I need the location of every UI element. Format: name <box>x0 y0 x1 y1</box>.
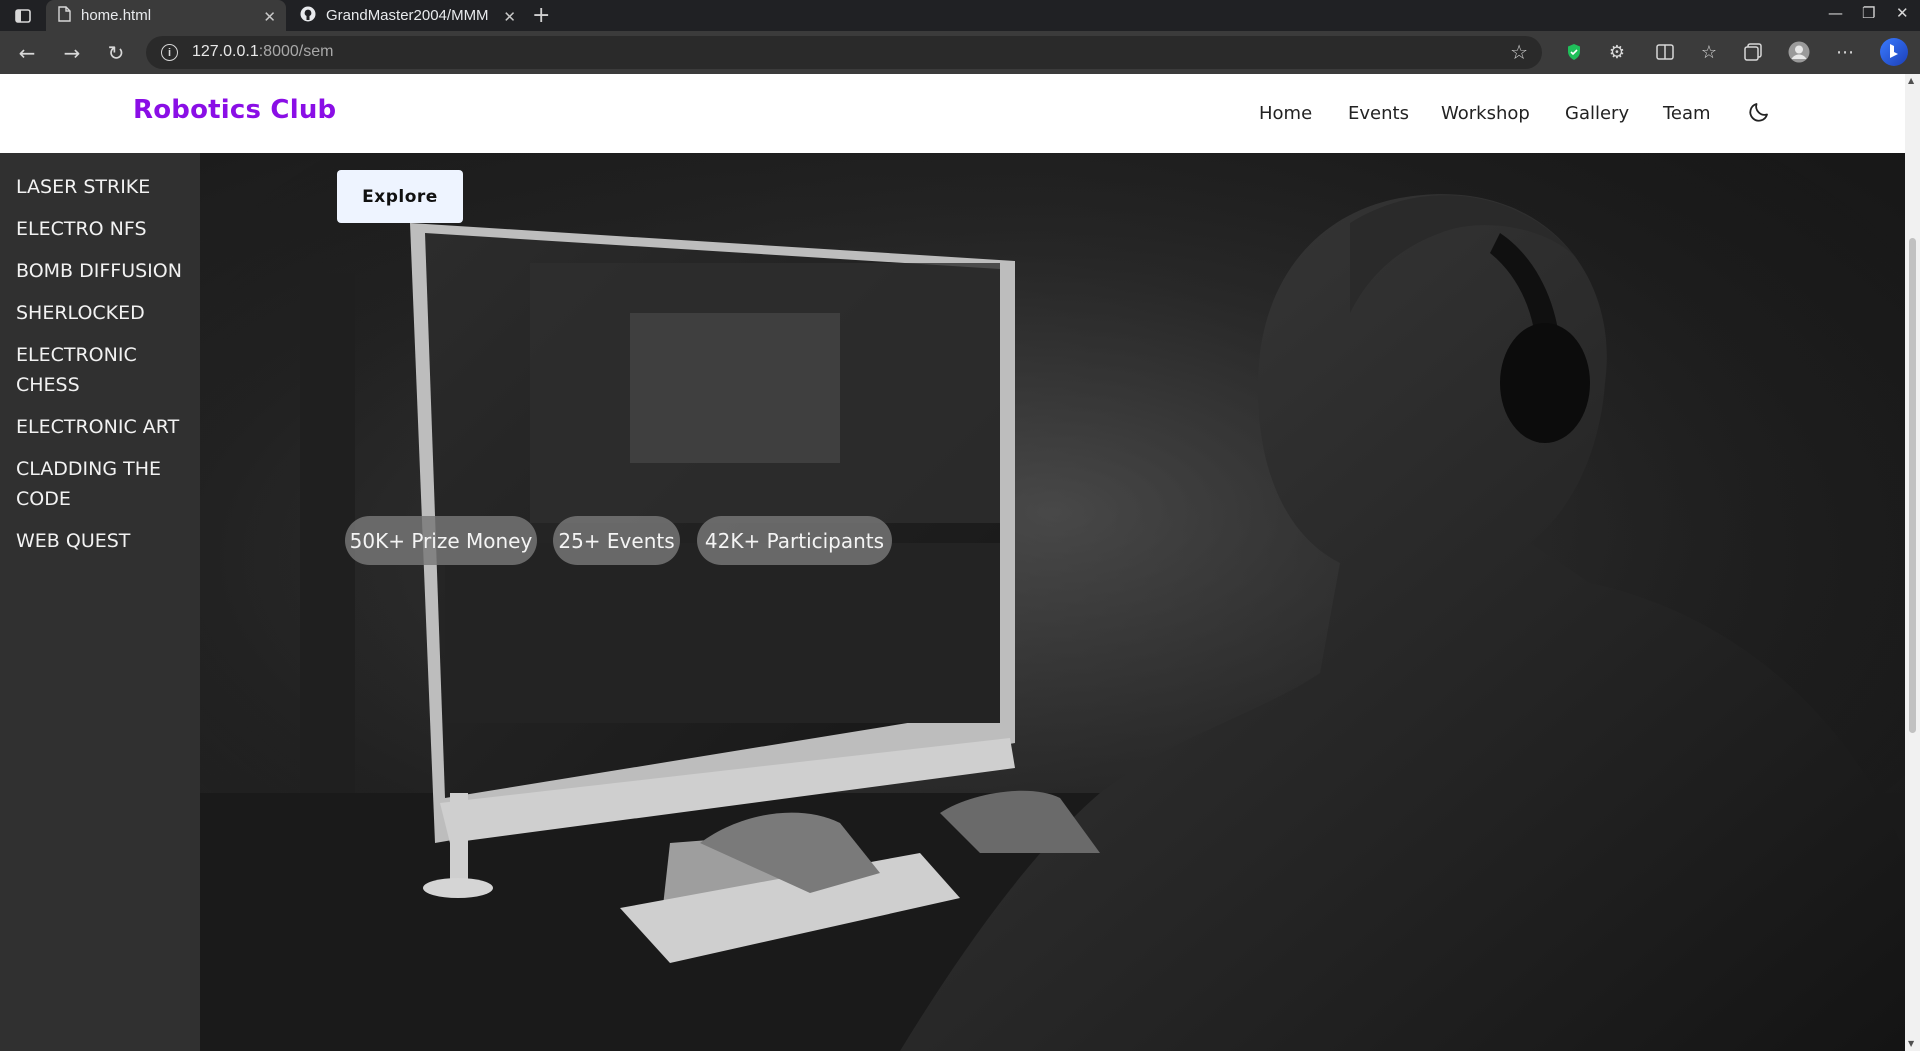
favorites-icon[interactable]: ☆ <box>1696 39 1722 65</box>
sidebar-item-bomb-diffusion[interactable]: BOMB DIFFUSION <box>16 256 191 286</box>
tab-title: home.html <box>81 7 152 24</box>
github-icon <box>300 6 316 26</box>
close-tab-icon[interactable]: ✕ <box>503 8 516 26</box>
back-icon[interactable]: ← <box>15 41 39 65</box>
browser-tab-home[interactable]: home.html ✕ <box>46 0 286 31</box>
url-path: :8000/sem <box>258 43 334 60</box>
page-scrollbar[interactable]: ▲ ▼ <box>1905 74 1920 1051</box>
shield-extension-icon[interactable] <box>1561 39 1587 65</box>
site-header: Robotics Club Home Events Workshop Galle… <box>0 74 1905 153</box>
hero-background-image <box>200 153 1905 1051</box>
stat-prize-money: 50K+ Prize Money <box>345 516 537 565</box>
web-page: Robotics Club Home Events Workshop Galle… <box>0 74 1905 1051</box>
split-screen-icon[interactable] <box>1652 39 1678 65</box>
extensions-icon[interactable]: ⚙ <box>1604 39 1630 65</box>
sidebar-item-web-quest[interactable]: WEB QUEST <box>16 526 191 556</box>
collections-icon[interactable] <box>1740 39 1766 65</box>
minimize-icon[interactable]: — <box>1828 4 1843 22</box>
stat-participants: 42K+ Participants <box>697 516 892 565</box>
browser-tab-github[interactable]: GrandMaster2004/MMM ✕ <box>288 0 526 31</box>
forward-icon[interactable]: → <box>60 41 84 65</box>
events-sidebar: LASER STRIKE ELECTRO NFS BOMB DIFFUSION … <box>0 153 200 1051</box>
nav-team[interactable]: Team <box>1663 103 1711 124</box>
url-host: 127.0.0.1 <box>192 43 259 60</box>
stat-events: 25+ Events <box>553 516 680 565</box>
explore-button[interactable]: Explore <box>337 170 463 223</box>
sidebar-item-electronic-chess[interactable]: ELECTRONIC CHESS <box>16 340 166 400</box>
close-window-icon[interactable]: ✕ <box>1896 4 1909 22</box>
nav-workshop[interactable]: Workshop <box>1441 103 1530 124</box>
sidebar-item-sherlocked[interactable]: SHERLOCKED <box>16 298 191 328</box>
sidebar-item-electronic-art[interactable]: ELECTRONIC ART <box>16 412 191 442</box>
new-tab-icon[interactable]: + <box>532 3 550 28</box>
close-tab-icon[interactable]: ✕ <box>263 8 276 26</box>
restore-icon[interactable]: ❐ <box>1862 4 1875 22</box>
copilot-icon[interactable] <box>1878 36 1910 68</box>
moon-icon[interactable] <box>1747 100 1773 126</box>
url-text: 127.0.0.1:8000/sem <box>192 43 333 61</box>
browser-toolbar: ← → ↻ i 127.0.0.1:8000/sem ☆ ⚙ ☆ ⋯ <box>0 31 1920 74</box>
scroll-up-icon[interactable]: ▲ <box>1908 76 1914 85</box>
tab-title: GrandMaster2004/MMM <box>326 7 489 24</box>
tab-actions-icon[interactable] <box>12 8 34 24</box>
hero-section: Explore 50K+ Prize Money 25+ Events 42K+… <box>200 153 1905 1051</box>
nav-gallery[interactable]: Gallery <box>1565 103 1629 124</box>
site-info-icon[interactable]: i <box>161 44 178 61</box>
reload-icon[interactable]: ↻ <box>104 41 128 65</box>
scrollbar-thumb[interactable] <box>1909 238 1916 733</box>
more-menu-icon[interactable]: ⋯ <box>1832 39 1858 65</box>
site-brand[interactable]: Robotics Club <box>133 95 336 125</box>
address-bar[interactable]: i 127.0.0.1:8000/sem ☆ <box>146 36 1542 69</box>
favorite-star-icon[interactable]: ☆ <box>1510 40 1528 64</box>
browser-tabstrip: home.html ✕ GrandMaster2004/MMM ✕ + — ❐ … <box>0 0 1920 31</box>
nav-events[interactable]: Events <box>1348 103 1409 124</box>
scroll-down-icon[interactable]: ▼ <box>1908 1039 1914 1048</box>
sidebar-item-cladding-the-code[interactable]: CLADDING THE CODE <box>16 454 176 514</box>
nav-home[interactable]: Home <box>1259 103 1312 124</box>
sidebar-item-electro-nfs[interactable]: ELECTRO NFS <box>16 214 191 244</box>
profile-avatar-icon[interactable] <box>1786 39 1812 65</box>
sidebar-item-laser-strike[interactable]: LASER STRIKE <box>16 172 191 202</box>
page-icon <box>58 5 71 26</box>
